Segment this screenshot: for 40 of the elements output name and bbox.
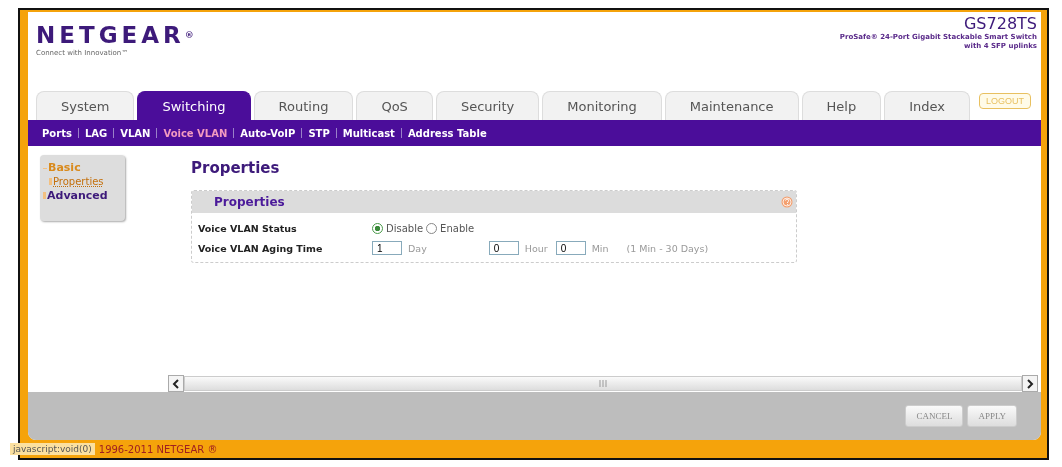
subnav-link[interactable]: LAG — [84, 127, 108, 139]
unit-label: Min — [591, 242, 609, 254]
help-icon[interactable] — [781, 196, 793, 208]
input-field[interactable]: 0 — [488, 241, 519, 255]
tab[interactable]: System — [36, 91, 135, 120]
radio-option[interactable]: Disable — [372, 222, 424, 234]
unit-label: Hour — [524, 242, 548, 254]
subnav-link[interactable]: Auto-VoIP — [240, 127, 296, 139]
subnav-link[interactable]: Address Table — [407, 127, 487, 139]
tab[interactable]: QoS — [356, 91, 433, 120]
unit-label: Day — [408, 242, 427, 254]
tab[interactable]: Routing — [253, 91, 354, 120]
horizontal-scrollbar[interactable] — [168, 375, 1038, 392]
page-title: Properties — [191, 159, 281, 177]
tab[interactable]: Switching — [137, 91, 251, 120]
scroll-thumb[interactable] — [184, 376, 1022, 391]
tab[interactable]: Security — [435, 91, 540, 120]
model-name: GS728TS — [962, 14, 1037, 33]
field-label: Voice VLAN Aging Time — [198, 242, 324, 254]
tab[interactable]: Help — [801, 91, 882, 120]
field-label: Voice VLAN Status — [198, 222, 298, 234]
subnav-link[interactable]: Ports — [42, 127, 72, 139]
input-field[interactable]: 1 — [372, 241, 402, 255]
grip-icon — [599, 380, 607, 387]
scroll-right-icon[interactable] — [1022, 375, 1038, 392]
logo: NETGEAR® — [36, 22, 194, 48]
scroll-left-icon[interactable] — [168, 375, 184, 392]
subnav-link[interactable]: VLAN — [120, 127, 151, 139]
tab[interactable]: Monitoring — [542, 91, 662, 120]
tab[interactable]: Index — [884, 91, 970, 120]
radio-option[interactable]: Enable — [426, 222, 475, 234]
input-field[interactable]: 0 — [555, 241, 586, 255]
panel-title: Properties — [214, 195, 285, 209]
subnav-link[interactable]: Multicast — [342, 127, 395, 139]
tab[interactable]: Maintenance — [664, 91, 799, 120]
subnav-link[interactable]: STP — [308, 127, 330, 139]
range-hint: (1 Min - 30 Days) — [626, 242, 709, 254]
copyright: 1996-2011 NETGEAR ® — [98, 443, 218, 455]
sidebar-item[interactable]: Advanced — [43, 189, 125, 203]
subnav-link[interactable]: Voice VLAN — [163, 127, 228, 139]
